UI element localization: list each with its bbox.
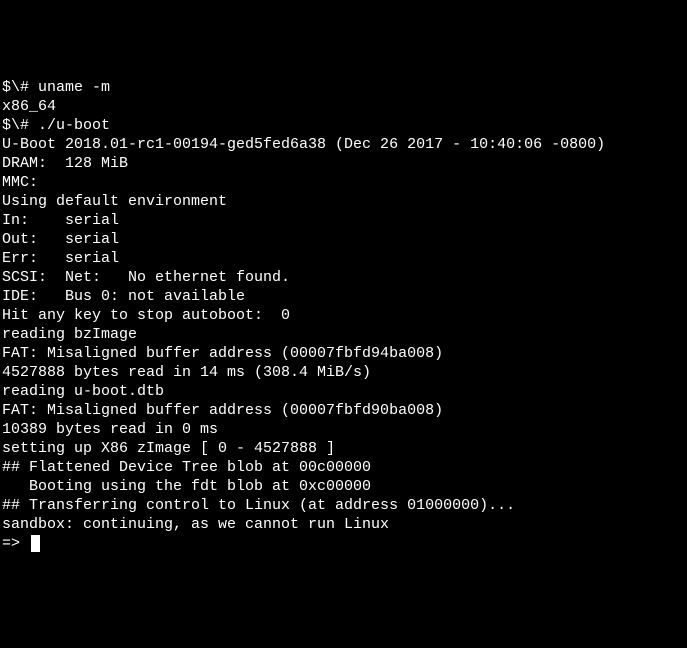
terminal-line: $\# ./u-boot (2, 116, 685, 135)
terminal-line: x86_64 (2, 97, 685, 116)
terminal-line: ## Flattened Device Tree blob at 00c0000… (2, 458, 685, 477)
terminal-line: DRAM: 128 MiB (2, 154, 685, 173)
terminal-line: $\# uname -m (2, 78, 685, 97)
terminal-line: Booting using the fdt blob at 0xc00000 (2, 477, 685, 496)
terminal-line: SCSI: Net: No ethernet found. (2, 268, 685, 287)
terminal-line: IDE: Bus 0: not available (2, 287, 685, 306)
terminal-line: ## Transferring control to Linux (at add… (2, 496, 685, 515)
terminal-line: MMC: (2, 173, 685, 192)
terminal-line: reading u-boot.dtb (2, 382, 685, 401)
terminal-line: U-Boot 2018.01-rc1-00194-ged5fed6a38 (De… (2, 135, 685, 154)
terminal-line: reading bzImage (2, 325, 685, 344)
terminal-line: 10389 bytes read in 0 ms (2, 420, 685, 439)
terminal-prompt: => (2, 534, 29, 553)
terminal-line: setting up X86 zImage [ 0 - 4527888 ] (2, 439, 685, 458)
terminal-line: Out: serial (2, 230, 685, 249)
terminal-prompt-line[interactable]: => (2, 534, 685, 553)
terminal-line: Hit any key to stop autoboot: 0 (2, 306, 685, 325)
terminal-line: Using default environment (2, 192, 685, 211)
terminal-line: sandbox: continuing, as we cannot run Li… (2, 515, 685, 534)
terminal-output: $\# uname -mx86_64$\# ./u-bootU-Boot 201… (2, 78, 685, 553)
cursor-icon (31, 535, 40, 552)
terminal-line: In: serial (2, 211, 685, 230)
terminal-line: FAT: Misaligned buffer address (00007fbf… (2, 344, 685, 363)
terminal-line: Err: serial (2, 249, 685, 268)
terminal-line: 4527888 bytes read in 14 ms (308.4 MiB/s… (2, 363, 685, 382)
terminal-line: FAT: Misaligned buffer address (00007fbf… (2, 401, 685, 420)
